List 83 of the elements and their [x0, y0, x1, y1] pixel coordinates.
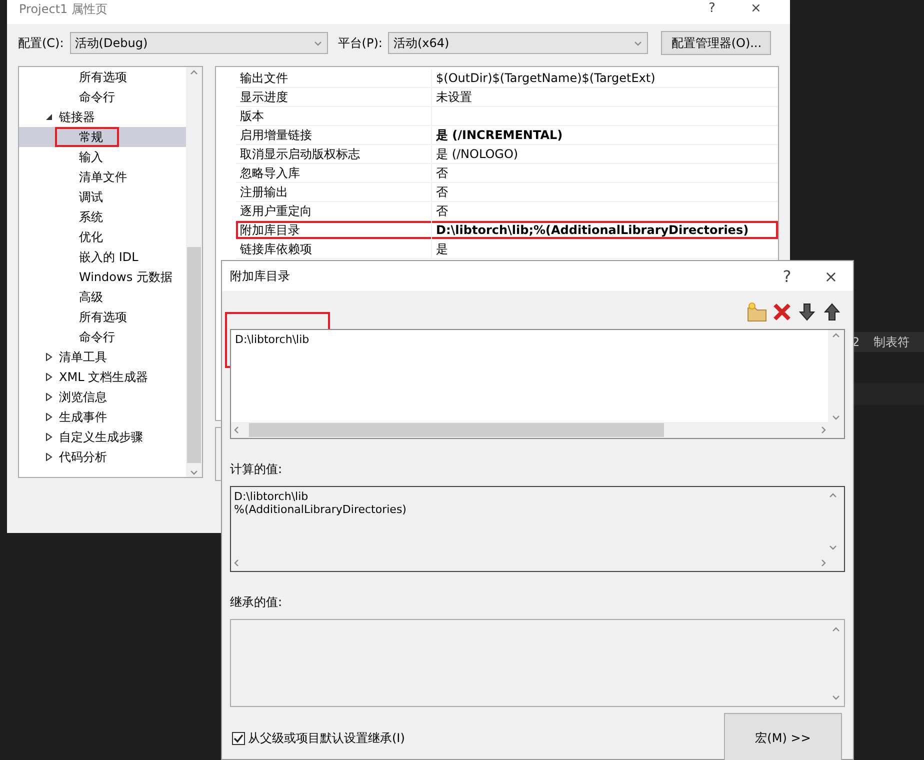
title-bar-button[interactable]: ? — [690, 1, 734, 16]
config-dropdown[interactable]: 活动(Debug) — [70, 32, 328, 54]
property-value: 否 — [435, 184, 448, 200]
tree-item[interactable]: 系统 — [19, 207, 186, 227]
property-name: 取消显示启动版权标志 — [236, 145, 432, 163]
tree-item[interactable]: 调试 — [19, 187, 186, 207]
property-value: 否 — [435, 164, 448, 182]
property-value: D:\libtorch\lib;%(AdditionalLibraryDirectories) — [435, 223, 749, 237]
tree-item[interactable]: 常规 — [19, 127, 186, 147]
scrollbar[interactable] — [186, 67, 202, 477]
title-bar-button[interactable]: × — [734, 1, 778, 16]
property-row[interactable]: 附加库目录 D:\libtorch\lib;%(AdditionalLibraryDirectories) — [236, 221, 778, 240]
collapsed-triangle-icon[interactable] — [45, 433, 53, 441]
config-label: 配置(C): — [18, 34, 64, 52]
tree-item[interactable]: 清单工具 — [19, 347, 186, 367]
window-title: Project1 属性页 — [19, 1, 108, 18]
tree-item[interactable]: 链接器 — [19, 107, 186, 127]
property-name: 注册输出 — [236, 183, 432, 201]
scrollbar[interactable] — [231, 422, 844, 438]
platform-label: 平台(P): — [338, 34, 382, 52]
collapsed-triangle-icon[interactable] — [45, 413, 53, 421]
property-row[interactable]: 链接库依赖项 是 — [236, 240, 778, 259]
property-value: $(OutDir)$(TargetName)$(TargetExt) — [435, 71, 656, 85]
collapsed-triangle-icon[interactable] — [45, 453, 53, 461]
tree-item[interactable]: 清单文件 — [19, 167, 186, 187]
status-text: 制表符 — [874, 334, 910, 350]
computed-line: D:\libtorch\lib — [234, 490, 310, 503]
property-value: 未设置 — [435, 88, 472, 106]
title-bar-button[interactable]: × — [809, 266, 853, 286]
tree-item[interactable]: 输入 — [19, 147, 186, 167]
down-arrow-icon[interactable] — [796, 301, 818, 323]
checkbox-label[interactable]: 从父级或项目默认设置继承(I) — [248, 730, 405, 746]
property-row[interactable]: 启用增量链接 是 (/INCREMENTAL) — [236, 126, 778, 145]
property-value: 是 (/INCREMENTAL) — [435, 126, 563, 144]
tree-item[interactable]: 所有选项 — [19, 67, 186, 87]
property-value: 是 — [435, 240, 448, 258]
property-row[interactable]: 输出文件 $(OutDir)$(TargetName)$(TargetExt) — [236, 69, 778, 88]
property-name: 忽略导入库 — [236, 164, 432, 182]
tree-item[interactable]: XML 文档生成器 — [19, 367, 186, 387]
tree-item[interactable]: 浏览信息 — [19, 387, 186, 407]
config-manager-button[interactable]: 配置管理器(O)... — [661, 31, 772, 55]
tree-item[interactable]: 命令行 — [19, 87, 186, 107]
property-name: 启用增量链接 — [236, 126, 432, 144]
property-row[interactable]: 忽略导入库 否 — [236, 164, 778, 183]
up-arrow-icon[interactable] — [821, 301, 843, 323]
property-name: 逐用户重定向 — [236, 202, 432, 220]
macros-button[interactable]: 宏(M) >> — [724, 713, 842, 760]
tree-item[interactable]: 所有选项 — [19, 307, 186, 327]
tree-item[interactable]: 自定义生成步骤 — [19, 427, 186, 447]
scrollbar[interactable] — [828, 330, 844, 422]
property-value: 否 — [435, 202, 448, 220]
tree-item[interactable]: Windows 元数据 — [19, 267, 186, 287]
property-name: 输出文件 — [236, 69, 432, 87]
property-row[interactable]: 注册输出 否 — [236, 183, 778, 202]
inherit-checkbox[interactable] — [232, 732, 245, 744]
inherited-label: 继承的值: — [230, 594, 284, 611]
tree-item[interactable]: 优化 — [19, 227, 186, 247]
tree-item[interactable]: 嵌入的 IDL — [19, 247, 186, 267]
computed-label: 计算的值: — [230, 461, 284, 478]
collapsed-triangle-icon[interactable] — [45, 393, 53, 401]
dialog-title: 附加库目录 — [230, 268, 291, 284]
new-folder-icon[interactable] — [746, 301, 768, 323]
computed-line: %(AdditionalLibraryDirectories) — [234, 503, 408, 516]
collapsed-triangle-icon[interactable] — [45, 373, 53, 381]
expanded-triangle-icon[interactable] — [45, 113, 53, 121]
tree-item[interactable]: 命令行 — [19, 327, 186, 347]
property-value: 是 (/NOLOGO) — [435, 146, 518, 162]
property-name: 附加库目录 — [236, 221, 432, 239]
collapsed-triangle-icon[interactable] — [45, 353, 53, 361]
tree-item[interactable]: 高级 — [19, 287, 186, 307]
property-row[interactable]: 取消显示启动版权标志 是 (/NOLOGO) — [236, 145, 778, 164]
directory-item[interactable]: D:\libtorch\lib — [235, 333, 824, 346]
property-name: 版本 — [236, 107, 432, 125]
title-bar-button[interactable]: ? — [765, 266, 809, 286]
delete-icon[interactable] — [771, 301, 793, 323]
property-row[interactable]: 显示进度 未设置 — [236, 88, 778, 107]
platform-dropdown[interactable]: 活动(x64) — [388, 32, 648, 54]
property-name: 显示进度 — [236, 88, 432, 106]
tree-item[interactable]: 代码分析 — [19, 447, 186, 467]
property-row[interactable]: 版本 — [236, 107, 778, 126]
tree-item[interactable]: 生成事件 — [19, 407, 186, 427]
property-row[interactable]: 逐用户重定向 否 — [236, 202, 778, 221]
property-name: 链接库依赖项 — [236, 240, 432, 258]
